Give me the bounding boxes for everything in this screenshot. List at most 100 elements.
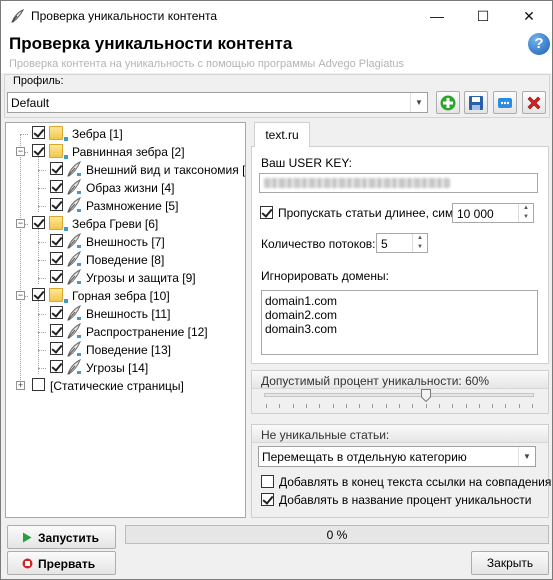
- tree-item[interactable]: Внешность [11]: [16, 305, 245, 323]
- tree-expander-icon[interactable]: −: [16, 219, 25, 228]
- stop-label: Прервать: [38, 557, 96, 571]
- tree-item-checkbox[interactable]: [32, 216, 45, 229]
- save-profile-button[interactable]: [464, 91, 488, 114]
- folder-icon: [49, 288, 68, 303]
- tree-item-checkbox[interactable]: [32, 126, 45, 139]
- close-window-button[interactable]: ✕: [506, 1, 552, 31]
- add-percent-checkbox[interactable]: [261, 493, 274, 506]
- tree-item[interactable]: − Равнинная зебра [2]: [16, 143, 245, 161]
- tree-item-label: Зебра [1]: [72, 127, 123, 141]
- profile-select[interactable]: Default ▼: [7, 92, 428, 113]
- slider-tick: [466, 404, 467, 408]
- add-links-label: Добавлять в конец текста ссылки на совпа…: [279, 475, 552, 489]
- slider-tick: [386, 404, 387, 408]
- page-title: Проверка уникальности контента: [9, 34, 293, 53]
- user-key-input[interactable]: [259, 173, 538, 193]
- tree-expander-icon[interactable]: +: [16, 381, 25, 390]
- play-icon: [23, 532, 32, 543]
- slider-tick: [319, 404, 320, 408]
- tab-textru[interactable]: text.ru: [254, 122, 310, 147]
- slider-tick: [519, 404, 520, 408]
- tree-guide-line: [38, 368, 46, 369]
- tree-guide-line: [20, 134, 28, 135]
- feather-icon: [67, 179, 81, 195]
- user-key-blurred: [264, 178, 450, 188]
- tree-expander-icon[interactable]: −: [16, 291, 25, 300]
- chevron-down-icon[interactable]: ▼: [410, 93, 427, 112]
- ignore-domains-textarea[interactable]: domain1.com domain2.com domain3.com: [261, 290, 538, 355]
- uniqueness-slider-track[interactable]: [264, 393, 534, 397]
- tree-item-checkbox[interactable]: [50, 252, 63, 265]
- tree-item[interactable]: Угрозы и защита [9]: [16, 269, 245, 287]
- tree-item-label: Размножение [5]: [86, 199, 179, 213]
- feather-icon: [67, 161, 81, 177]
- user-key-label: Ваш USER KEY:: [261, 156, 352, 170]
- tree-item-label: Поведение [8]: [86, 253, 165, 267]
- threads-stepper[interactable]: 5 ▲ ▼: [376, 233, 428, 253]
- maximize-button[interactable]: ☐: [460, 1, 506, 31]
- skip-long-stepper[interactable]: 10 000 ▲ ▼: [452, 203, 534, 223]
- slider-tick: [266, 404, 267, 408]
- tree-item[interactable]: Поведение [13]: [16, 341, 245, 359]
- tree-item-checkbox[interactable]: [50, 180, 63, 193]
- feather-icon: [67, 233, 81, 249]
- tree-item[interactable]: + [Статические страницы]: [16, 377, 245, 395]
- tree-item-checkbox[interactable]: [32, 144, 45, 157]
- uniqueness-slider-thumb[interactable]: [421, 389, 431, 402]
- tree-item[interactable]: Поведение [8]: [16, 251, 245, 269]
- category-tree[interactable]: Зебра [1] − Равнинная зебра [2] Внешний вид…: [5, 122, 246, 518]
- tree-item-checkbox[interactable]: [50, 360, 63, 373]
- slider-tick: [359, 404, 360, 408]
- tree-expander-icon[interactable]: −: [16, 147, 25, 156]
- minimize-button[interactable]: —: [414, 1, 460, 31]
- slider-tick: [492, 404, 493, 408]
- slider-tick: [412, 404, 413, 408]
- stepper-arrows-icon[interactable]: ▲ ▼: [412, 234, 427, 252]
- title-bar: Проверка уникальности контента — ☐ ✕: [1, 1, 552, 31]
- tree-item[interactable]: − Горная зебра [10]: [16, 287, 245, 305]
- slider-tick: [399, 404, 400, 408]
- tree-item[interactable]: Зебра [1]: [16, 125, 245, 143]
- rename-profile-button[interactable]: [493, 91, 517, 114]
- delete-profile-button[interactable]: [522, 91, 546, 114]
- tree-item[interactable]: Внешний вид и таксономия [3]: [16, 161, 246, 179]
- tree-item-label: Зебра Греви [6]: [72, 217, 159, 231]
- add-profile-button[interactable]: [436, 91, 460, 114]
- tree-item[interactable]: Распространение [12]: [16, 323, 245, 341]
- tree-item[interactable]: Образ жизни [4]: [16, 179, 245, 197]
- tree-item-checkbox[interactable]: [50, 234, 63, 247]
- uniqueness-title: Допустимый процент уникальности: 60%: [261, 374, 490, 388]
- tree-item-checkbox[interactable]: [50, 306, 63, 319]
- tree-item[interactable]: Размножение [5]: [16, 197, 245, 215]
- not-unique-action-select[interactable]: Перемещать в отдельную категорию ▼: [258, 446, 536, 467]
- stepper-arrows-icon[interactable]: ▲ ▼: [518, 204, 533, 222]
- tree-item[interactable]: − Зебра Греви [6]: [16, 215, 245, 233]
- slider-tick: [293, 404, 294, 408]
- tree-item[interactable]: Угрозы [14]: [16, 359, 245, 377]
- tree-item-label: Поведение [13]: [86, 343, 171, 357]
- domain-line: domain1.com: [265, 294, 338, 308]
- tree-item-checkbox[interactable]: [32, 378, 45, 391]
- tree-item-checkbox[interactable]: [50, 270, 63, 283]
- folder-icon: [49, 144, 68, 159]
- not-unique-action-value: Перемещать в отдельную категорию: [262, 450, 467, 464]
- tree-item-checkbox[interactable]: [32, 288, 45, 301]
- tree-item-checkbox[interactable]: [50, 162, 63, 175]
- delete-icon: [527, 96, 541, 110]
- tree-item-label: Внешний вид и таксономия [3]: [86, 163, 246, 177]
- tree-item[interactable]: Внешность [7]: [16, 233, 245, 251]
- add-links-checkbox[interactable]: [261, 475, 274, 488]
- help-icon[interactable]: ?: [528, 33, 550, 55]
- slider-tick: [505, 404, 506, 408]
- feather-icon: [67, 305, 81, 321]
- skip-long-label: Пропускать статьи длинее, сим.: [278, 206, 457, 220]
- skip-long-checkbox[interactable]: [260, 206, 273, 219]
- tree-item-checkbox[interactable]: [50, 324, 63, 337]
- start-button[interactable]: Запустить: [7, 525, 116, 549]
- tree-item-checkbox[interactable]: [50, 342, 63, 355]
- chevron-down-icon[interactable]: ▼: [518, 447, 535, 466]
- stop-button[interactable]: Прервать: [7, 551, 116, 575]
- tree-item-checkbox[interactable]: [50, 198, 63, 211]
- feather-icon: [67, 269, 81, 285]
- close-button[interactable]: Закрыть: [471, 551, 549, 575]
